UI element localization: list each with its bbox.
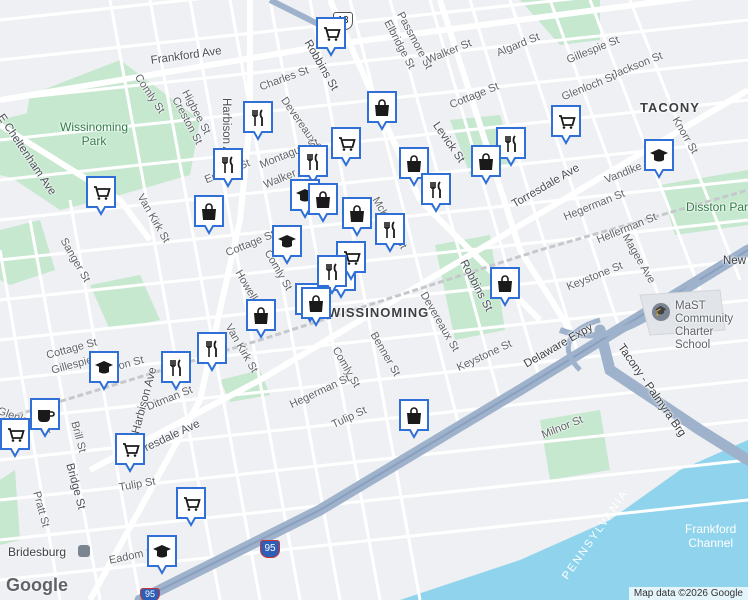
school-icon (644, 139, 674, 180)
shopping-cart-icon (0, 418, 30, 459)
shopping-bag-pin[interactable] (469, 144, 503, 186)
park-label-wissinoming: Wissinoming Park (60, 120, 129, 148)
school-icon (272, 225, 302, 266)
restaurant-pin[interactable] (373, 212, 407, 254)
water-label-frankford-channel: Frankford Channel (685, 522, 737, 550)
shopping-bag-pin[interactable] (397, 398, 431, 440)
school-pin[interactable] (87, 350, 121, 392)
poi-label-mast-school: MaST Community Charter School (675, 300, 734, 351)
shopping-bag-icon (367, 91, 397, 132)
shopping-cart-pin[interactable] (113, 432, 147, 474)
restaurant-icon (197, 332, 227, 373)
shopping-bag-pin[interactable] (192, 194, 226, 236)
interstate-95-shield-icon: 95 (260, 540, 280, 558)
school-poi-icon[interactable]: 🎓 (652, 303, 670, 321)
shopping-cart-icon (551, 105, 581, 146)
neighborhood-label-tacony: TACONY (640, 100, 700, 115)
restaurant-icon (375, 213, 405, 254)
restaurant-pin[interactable] (419, 172, 453, 214)
neighborhood-label-bridesburg: Bridesburg (8, 545, 67, 559)
school-icon (147, 535, 177, 576)
shopping-bag-pin[interactable] (244, 298, 278, 340)
cafe-pin[interactable] (28, 397, 62, 439)
restaurant-pin[interactable] (159, 350, 193, 392)
restaurant-pin[interactable] (211, 147, 245, 189)
shopping-bag-icon (490, 267, 520, 308)
shopping-bag-icon (194, 195, 224, 236)
shopping-cart-icon (86, 176, 116, 217)
shopping-bag-pin[interactable] (306, 182, 340, 224)
restaurant-icon (243, 101, 273, 142)
shopping-cart-pin[interactable] (0, 417, 32, 459)
restaurant-pin[interactable] (195, 331, 229, 373)
shopping-cart-icon (331, 127, 361, 168)
shopping-cart-icon (316, 17, 346, 58)
shopping-cart-pin[interactable] (84, 175, 118, 217)
shopping-cart-icon (115, 433, 145, 474)
shopping-bag-icon (471, 145, 501, 186)
shopping-cart-icon (176, 487, 206, 528)
shopping-bag-pin[interactable] (488, 266, 522, 308)
shopping-cart-pin[interactable] (174, 486, 208, 528)
restaurant-icon (421, 173, 451, 214)
shopping-bag-pin[interactable] (299, 286, 333, 328)
shopping-cart-pin[interactable] (329, 126, 363, 168)
shopping-bag-icon (308, 183, 338, 224)
shopping-bag-pin[interactable] (340, 196, 374, 238)
restaurant-pin[interactable] (241, 100, 275, 142)
google-logo[interactable]: Google (6, 575, 68, 596)
bridesburg-poi-icon (78, 545, 90, 557)
school-icon (89, 351, 119, 392)
cafe-icon (30, 398, 60, 439)
shopping-cart-pin[interactable] (314, 16, 348, 58)
school-pin[interactable] (642, 138, 676, 180)
shopping-bag-icon (246, 299, 276, 340)
shopping-bag-icon (399, 399, 429, 440)
map-canvas[interactable]: Frankford Ave E Cheltenham Ave Comly St … (0, 0, 748, 600)
shopping-bag-pin[interactable] (365, 90, 399, 132)
school-pin[interactable] (145, 534, 179, 576)
park-label-disston: Disston Park (686, 200, 748, 214)
school-pin[interactable] (270, 224, 304, 266)
shopping-bag-icon (342, 197, 372, 238)
restaurant-icon (161, 351, 191, 392)
interstate-95-shield-icon: 95 (140, 588, 160, 600)
neighborhood-label-wissinoming: WISSINOMING (328, 305, 430, 320)
restaurant-icon (213, 148, 243, 189)
shopping-bag-icon (301, 287, 331, 328)
map-attribution[interactable]: Map data ©2026 Google (628, 587, 748, 600)
street-label-new-state-rd: New State Rd (723, 255, 748, 267)
shopping-cart-pin[interactable] (549, 104, 583, 146)
